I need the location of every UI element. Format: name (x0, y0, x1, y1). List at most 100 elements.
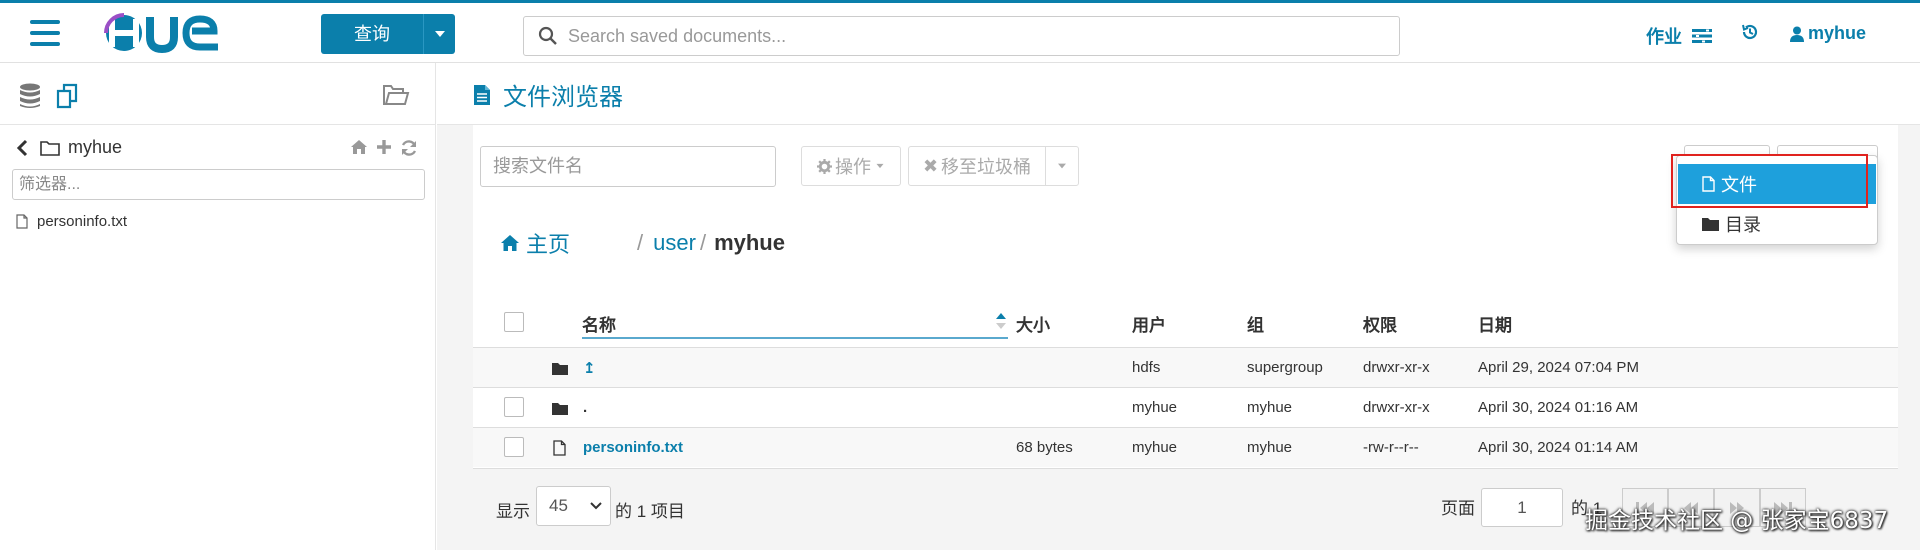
row-date: April 30, 2024 01:14 AM (1478, 439, 1639, 456)
caret-down-icon (1058, 163, 1066, 169)
open-folder-icon[interactable] (382, 83, 410, 107)
row-permissions: drwxr-xr-x (1363, 359, 1430, 376)
caret-down-icon (876, 163, 884, 169)
chevron-down-icon (590, 502, 602, 510)
table-row[interactable]: ↥ hdfs supergroup drwxr-xr-x April 29, 2… (473, 347, 1898, 387)
select-all-checkbox[interactable] (504, 312, 524, 332)
page-title: 文件浏览器 (473, 77, 623, 112)
trash-options-toggle[interactable] (1045, 146, 1079, 186)
breadcrumb-home[interactable]: 主页 (526, 227, 570, 259)
user-name: myhue (1808, 23, 1867, 43)
new-dropdown-menu: 文件 目录 (1676, 155, 1878, 245)
row-checkbox[interactable] (504, 437, 524, 457)
row-group: myhue (1247, 439, 1293, 456)
new-file-label: 文件 (1721, 175, 1757, 195)
search-icon (538, 26, 557, 45)
page-number-input[interactable] (1481, 488, 1563, 527)
new-file-menu-item[interactable]: 文件 (1678, 164, 1876, 204)
folder-icon (1702, 218, 1719, 231)
jobs-menu[interactable]: 作业 (1646, 23, 1712, 49)
row-permissions: drwxr-xr-x (1363, 399, 1430, 416)
actions-label: 操作 (835, 157, 871, 177)
source-credit-watermark: 掘金技术社区 @ 张家宝6837 (1585, 508, 1889, 534)
menu-icon[interactable] (30, 20, 60, 46)
column-size[interactable]: 大小 (1016, 311, 1050, 336)
assist-actions (350, 139, 418, 157)
home-icon[interactable] (500, 234, 520, 252)
breadcrumb-user[interactable]: user (653, 230, 696, 256)
file-icon (1702, 176, 1715, 192)
document-search-input[interactable] (568, 25, 1388, 47)
plus-icon[interactable] (376, 139, 392, 155)
new-directory-menu-item[interactable]: 目录 (1678, 204, 1876, 244)
query-button-label: 查询 (354, 24, 390, 44)
breadcrumb-current: myhue (714, 230, 785, 255)
row-date: April 29, 2024 07:04 PM (1478, 359, 1639, 376)
file-search-input[interactable] (480, 146, 776, 187)
times-icon: ✖ (922, 155, 939, 176)
row-permissions: -rw-r--r-- (1363, 439, 1419, 456)
sort-underline (582, 337, 1008, 339)
document-search[interactable] (523, 16, 1400, 56)
page-size-value: 45 (549, 496, 568, 515)
assist-folder-name: myhue (68, 137, 123, 157)
assist-file-item[interactable]: personinfo.txt (16, 213, 127, 230)
refresh-icon[interactable] (400, 139, 418, 157)
database-icon[interactable] (19, 83, 41, 109)
sort-asc-icon[interactable] (995, 312, 1007, 330)
column-date[interactable]: 日期 (1478, 311, 1512, 336)
app-window: { "topbar": { "logo_text": "HUE", "query… (0, 0, 1920, 550)
page-title-text: 文件浏览器 (503, 84, 623, 111)
files-copy-icon[interactable] (55, 83, 81, 109)
assist-breadcrumb: myhue (16, 137, 122, 158)
row-user: myhue (1132, 399, 1178, 416)
row-date: April 30, 2024 01:16 AM (1478, 399, 1639, 416)
column-user[interactable]: 用户 (1132, 311, 1166, 336)
query-button[interactable]: 查询 (321, 14, 455, 54)
row-user: hdfs (1132, 359, 1161, 376)
row-group: myhue (1247, 399, 1293, 416)
jobs-list-icon (1692, 29, 1712, 43)
table-row[interactable]: . myhue myhue drwxr-xr-x April 30, 2024 … (473, 387, 1898, 427)
column-permissions[interactable]: 权限 (1363, 311, 1397, 336)
files-table-header: 名称 大小 用户 组 权限 日期 (473, 303, 1898, 339)
assist-file-name: personinfo.txt (37, 213, 128, 230)
folder-icon (552, 363, 568, 375)
hue-logo[interactable] (104, 11, 226, 55)
row-group: supergroup (1247, 359, 1323, 376)
file-text-icon (474, 84, 490, 105)
show-label: 显示 (496, 502, 530, 521)
actions-button[interactable]: 操作 (801, 146, 901, 186)
row-size: 68 bytes (1016, 439, 1073, 456)
assist-filter-input[interactable] (12, 169, 425, 200)
page-size-select[interactable]: 45 (536, 486, 611, 526)
column-group[interactable]: 组 (1247, 311, 1264, 336)
query-dropdown-toggle[interactable] (423, 14, 455, 54)
file-icon (553, 440, 566, 456)
caret-down-icon (434, 31, 445, 37)
path-breadcrumb: 主页 / user / myhue (500, 228, 785, 258)
home-icon[interactable] (350, 139, 368, 155)
user-icon (1790, 26, 1804, 42)
row-checkbox[interactable] (504, 397, 524, 417)
breadcrumb-separator: / (637, 230, 644, 255)
top-navbar: 查询 作业 myhue (0, 0, 1920, 63)
folder-outline-icon (40, 140, 60, 156)
main-content: 文件浏览器 操作 ✖ 移至垃圾桶 上传 新建 (437, 63, 1920, 550)
row-name-parent-link[interactable]: ↥ (583, 359, 596, 377)
table-row[interactable]: personinfo.txt 68 bytes myhue myhue -rw-… (473, 427, 1898, 467)
move-to-trash-button[interactable]: ✖ 移至垃圾桶 (908, 146, 1046, 186)
row-name-current-dir[interactable]: . (583, 399, 587, 416)
folder-icon (552, 403, 568, 415)
main-header: 文件浏览器 (437, 63, 1920, 125)
assist-panel-tabs (0, 63, 436, 125)
jobs-label: 作业 (1646, 27, 1682, 47)
move-to-trash-label: 移至垃圾桶 (941, 157, 1032, 177)
chevron-left-icon[interactable] (16, 139, 28, 157)
history-button[interactable] (1741, 23, 1759, 41)
row-name-file[interactable]: personinfo.txt (583, 439, 683, 456)
user-menu[interactable]: myhue (1790, 23, 1866, 44)
column-name[interactable]: 名称 (582, 311, 616, 336)
left-assist-panel: myhue personinfo.txt (0, 63, 436, 550)
history-icon (1742, 24, 1758, 40)
